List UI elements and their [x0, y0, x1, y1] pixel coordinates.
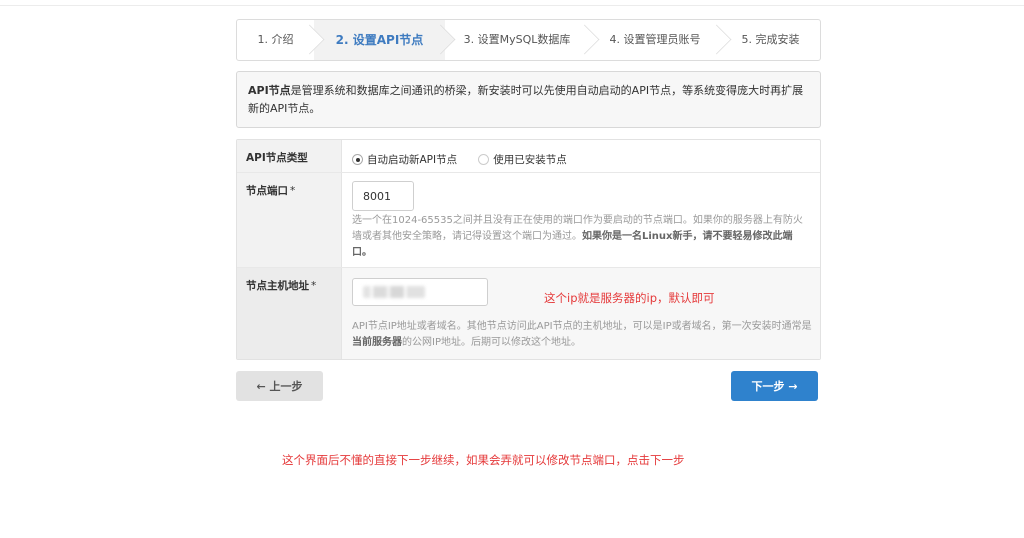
radio-use-installed[interactable]: 使用已安装节点: [478, 149, 577, 168]
step-label: 2. 设置API节点: [335, 33, 424, 47]
node-port-label: 节点端口 *: [237, 173, 342, 267]
bottom-annotation: 这个界面后不懂的直接下一步继续，如果会弄就可以修改节点端口，点击下一步: [282, 453, 685, 467]
radio-unselected-icon[interactable]: [478, 154, 490, 165]
step-label: 4. 设置管理员账号: [609, 33, 701, 46]
redacted-ip: [363, 286, 425, 298]
row-node-host: 节点主机地址 * API节点IP地址或者域名。其他节点访问此API节点的主机地址，…: [237, 268, 820, 359]
step-label: 3. 设置MySQL数据库: [463, 33, 571, 46]
arrow-right-icon: →: [788, 380, 798, 393]
next-button-label: 下一步: [751, 380, 785, 393]
install-steps: 1. 介绍 2. 设置API节点 3. 设置MySQL数据库 4. 设置管理员账…: [236, 19, 821, 61]
step-api-node[interactable]: 2. 设置API节点: [314, 20, 456, 60]
step-label: 5. 完成安装: [741, 33, 800, 46]
row-node-type: API节点类型 自动启动新API节点 使用已安装节点: [237, 140, 820, 173]
host-annotation: 这个ip就是服务器的ip，默认即可: [544, 291, 715, 305]
step-label: 1. 介绍: [257, 33, 294, 46]
radio-selected-icon[interactable]: [352, 154, 363, 165]
node-host-help: API节点IP地址或者域名。其他节点访问此API节点的主机地址，可以是IP或者域…: [352, 321, 812, 348]
info-bold: API节点: [248, 84, 291, 97]
node-port-input[interactable]: [352, 181, 414, 211]
node-host-label: 节点主机地址 *: [237, 268, 342, 359]
top-divider: [0, 5, 1024, 6]
info-text: 是管理系统和数据库之间通讯的桥梁，新安装时可以先使用自动启动的API节点，等系统…: [248, 84, 804, 115]
node-port-help: 选一个在1024-65535之间并且没有正在使用的端口作为要启动的节点端口。如果…: [352, 215, 803, 258]
node-host-input[interactable]: [352, 278, 488, 306]
next-button[interactable]: 下一步 →: [731, 371, 818, 401]
arrow-left-icon: ←: [256, 380, 266, 393]
row-node-port: 节点端口* 选一个在1024-65535之间并且没有正在使用的端口作为要启动的节…: [237, 173, 820, 268]
prev-button[interactable]: ← 上一步: [236, 371, 323, 401]
radio-auto-start[interactable]: 自动启动新API节点: [352, 149, 472, 168]
step-intro[interactable]: 1. 介绍: [237, 20, 325, 60]
step-finish[interactable]: 5. 完成安装: [721, 20, 820, 60]
info-box: API节点是管理系统和数据库之间通讯的桥梁，新安装时可以先使用自动启动的API节…: [236, 71, 821, 128]
node-type-label: API节点类型: [237, 140, 342, 172]
api-node-form: API节点类型 自动启动新API节点 使用已安装节点 节点端口* 选一个在102…: [236, 139, 821, 360]
step-mysql[interactable]: 3. 设置MySQL数据库: [445, 20, 600, 60]
prev-button-label: 上一步: [269, 380, 303, 393]
step-admin[interactable]: 4. 设置管理员账号: [589, 20, 732, 60]
